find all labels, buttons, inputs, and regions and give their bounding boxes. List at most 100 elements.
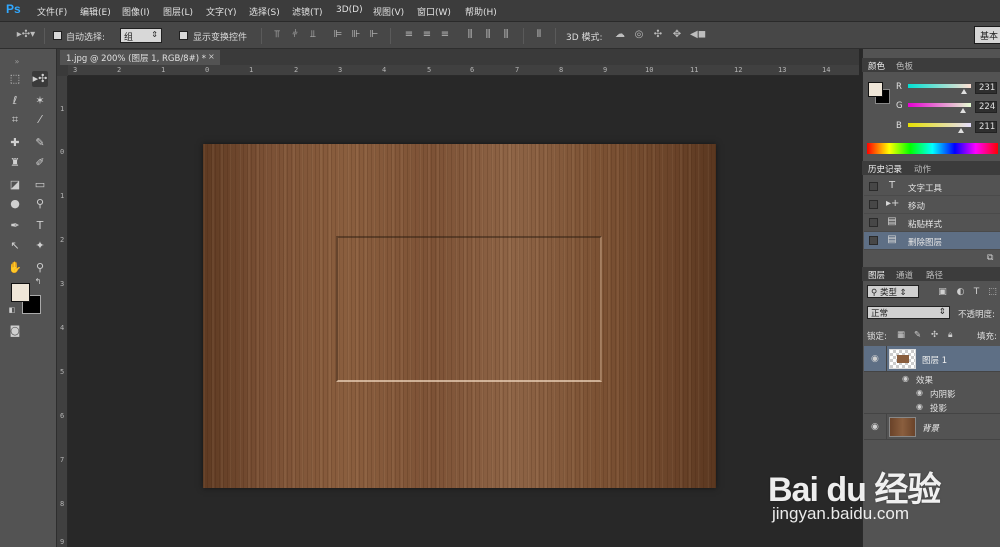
marquee-tool-icon[interactable]: ⬚ xyxy=(7,71,23,87)
gradient-tool-icon[interactable]: ▭ xyxy=(32,177,48,193)
menu-edit[interactable]: 编辑(E) xyxy=(80,5,111,18)
menu-3d[interactable]: 3D(D) xyxy=(336,5,363,15)
blur-tool-icon[interactable]: ● xyxy=(7,196,23,212)
tab-paths[interactable]: 路径 xyxy=(926,269,943,281)
effect-inner-shadow-row[interactable]: ◉ 内阴影 xyxy=(864,386,1000,400)
layer-name[interactable]: 背景 xyxy=(922,422,939,434)
auto-select-checkbox[interactable] xyxy=(53,31,62,40)
history-item[interactable]: T 文字工具 xyxy=(864,178,1000,196)
effect-visibility-eye-icon[interactable]: ◉ xyxy=(916,388,923,397)
menu-layer[interactable]: 图层(L) xyxy=(163,5,193,18)
menu-file[interactable]: 文件(F) xyxy=(37,5,67,18)
history-item-selected[interactable]: ▤ 删除图层 xyxy=(864,232,1000,250)
distribute-vcenter-icon[interactable]: ≡ xyxy=(421,29,433,41)
layer-effects-row[interactable]: ◉ 效果 xyxy=(864,372,1000,386)
quick-mask-icon[interactable]: ◙ xyxy=(7,323,23,339)
visibility-eye-icon[interactable]: ◉ xyxy=(871,354,879,364)
g-value[interactable]: 224 xyxy=(975,101,997,113)
path-selection-tool-icon[interactable]: ↖ xyxy=(7,238,23,254)
type-tool-icon[interactable]: T xyxy=(32,218,48,234)
zoom-tool-icon[interactable]: ⚲ xyxy=(32,260,48,276)
custom-shape-tool-icon[interactable]: ✦ xyxy=(32,238,48,254)
filter-adjustment-icon[interactable]: ◐ xyxy=(955,287,966,298)
brush-tool-icon[interactable]: ✎ xyxy=(32,135,48,151)
distribute-hcenter-icon[interactable]: ⫼ xyxy=(482,29,494,41)
b-slider[interactable] xyxy=(908,123,971,127)
filter-shape-icon[interactable]: ⬚ xyxy=(987,287,998,298)
close-tab-icon[interactable]: × xyxy=(208,52,215,61)
history-brush-tool-icon[interactable]: ✐ xyxy=(32,155,48,171)
tab-actions[interactable]: 动作 xyxy=(914,163,931,175)
align-left-icon[interactable]: ⊫ xyxy=(332,29,344,41)
clone-stamp-tool-icon[interactable]: ♜ xyxy=(7,155,23,171)
history-snapshot-checkbox[interactable] xyxy=(869,236,878,245)
lock-all-icon[interactable]: 🔒︎ xyxy=(948,330,953,340)
show-transform-checkbox[interactable] xyxy=(179,31,188,40)
magic-wand-tool-icon[interactable]: ✶ xyxy=(32,93,48,109)
menu-select[interactable]: 选择(S) xyxy=(249,5,280,18)
filter-type-icon[interactable]: T xyxy=(971,287,982,298)
collapse-panel-icon[interactable]: » xyxy=(9,54,25,70)
crop-tool-icon[interactable]: ⌗ xyxy=(7,112,23,128)
distribute-top-icon[interactable]: ≡ xyxy=(403,29,415,41)
align-right-icon[interactable]: ⊩ xyxy=(368,29,380,41)
inner-shadow-rectangle-layer[interactable] xyxy=(336,236,602,382)
move-tool-icon[interactable]: ▸✣ xyxy=(32,71,48,87)
distribute-bottom-icon[interactable]: ≡ xyxy=(439,29,451,41)
tab-color[interactable]: 颜色 xyxy=(868,60,885,72)
g-slider[interactable] xyxy=(908,103,971,107)
eyedropper-tool-icon[interactable]: ⁄ xyxy=(32,112,48,128)
menu-image[interactable]: 图像(I) xyxy=(122,5,150,18)
distribute-right-icon[interactable]: ⫼ xyxy=(500,29,512,41)
3d-roll-icon[interactable]: ◎ xyxy=(633,29,645,41)
ruler-origin[interactable] xyxy=(57,65,68,76)
hand-tool-icon[interactable]: ✋ xyxy=(7,260,23,276)
history-item[interactable]: ▸+ 移动 xyxy=(864,196,1000,214)
lock-image-icon[interactable]: ✎ xyxy=(914,330,921,340)
menu-filter[interactable]: 滤镜(T) xyxy=(292,5,323,18)
menu-type[interactable]: 文字(Y) xyxy=(206,5,237,18)
visibility-eye-icon[interactable]: ◉ xyxy=(871,422,879,432)
effects-visibility-eye-icon[interactable]: ◉ xyxy=(902,374,909,383)
auto-align-icon[interactable]: ⫴ xyxy=(533,29,545,41)
layer-row-background[interactable]: ◉ 背景 xyxy=(864,414,1000,440)
r-slider[interactable] xyxy=(908,84,971,88)
3d-pan-icon[interactable]: ✣ xyxy=(652,29,664,41)
layer-row-layer-1[interactable]: ◉ 图层 1 xyxy=(864,346,1000,372)
b-value[interactable]: 211 xyxy=(975,121,997,133)
g-slider-thumb[interactable] xyxy=(960,108,966,113)
effect-drop-shadow-row[interactable]: ◉ 投影 xyxy=(864,400,1000,414)
pen-tool-icon[interactable]: ✒ xyxy=(7,218,23,234)
r-slider-thumb[interactable] xyxy=(961,89,967,94)
layer-filter-dropdown[interactable]: ⚲ 类型 ⇕ xyxy=(867,285,919,298)
default-colors-icon[interactable]: ◧ xyxy=(7,305,17,315)
menu-view[interactable]: 视图(V) xyxy=(373,5,404,18)
history-item[interactable]: ▤ 粘贴样式 xyxy=(864,214,1000,232)
color-panel-foreground-swatch[interactable] xyxy=(868,82,883,97)
align-vcenter-icon[interactable]: ⫩ xyxy=(289,29,301,41)
lock-position-icon[interactable]: ✣ xyxy=(931,330,938,340)
menu-window[interactable]: 窗口(W) xyxy=(417,5,451,18)
distribute-left-icon[interactable]: ⫼ xyxy=(464,29,476,41)
r-value[interactable]: 231 xyxy=(975,82,997,94)
tab-history[interactable]: 历史记录 xyxy=(868,163,902,175)
3d-rotate-icon[interactable]: ☁ xyxy=(614,29,626,41)
align-hcenter-icon[interactable]: ⊪ xyxy=(350,29,362,41)
tab-channels[interactable]: 通道 xyxy=(896,269,913,281)
align-bottom-icon[interactable]: ⫫ xyxy=(307,29,319,41)
b-slider-thumb[interactable] xyxy=(958,128,964,133)
lasso-tool-icon[interactable]: ℓ xyxy=(7,93,23,109)
3d-scale-icon[interactable]: ◀◼ xyxy=(690,29,706,41)
auto-select-dropdown[interactable]: 组 ⇕ xyxy=(120,28,162,43)
blend-mode-dropdown[interactable]: 正常 ⇕ xyxy=(867,306,950,319)
history-snapshot-checkbox[interactable] xyxy=(869,182,878,191)
new-snapshot-icon[interactable]: ⧉ xyxy=(987,253,993,263)
filter-pixel-icon[interactable]: ▣ xyxy=(937,287,948,298)
tab-swatches[interactable]: 色板 xyxy=(896,60,913,72)
workspace-button[interactable]: 基本 xyxy=(974,26,1000,44)
color-spectrum-bar[interactable] xyxy=(867,143,998,154)
healing-brush-tool-icon[interactable]: ✚ xyxy=(7,135,23,151)
history-snapshot-checkbox[interactable] xyxy=(869,218,878,227)
move-tool-preset-icon[interactable]: ▸✣▾ xyxy=(15,29,37,41)
lock-transparent-icon[interactable]: ▦ xyxy=(897,330,905,340)
